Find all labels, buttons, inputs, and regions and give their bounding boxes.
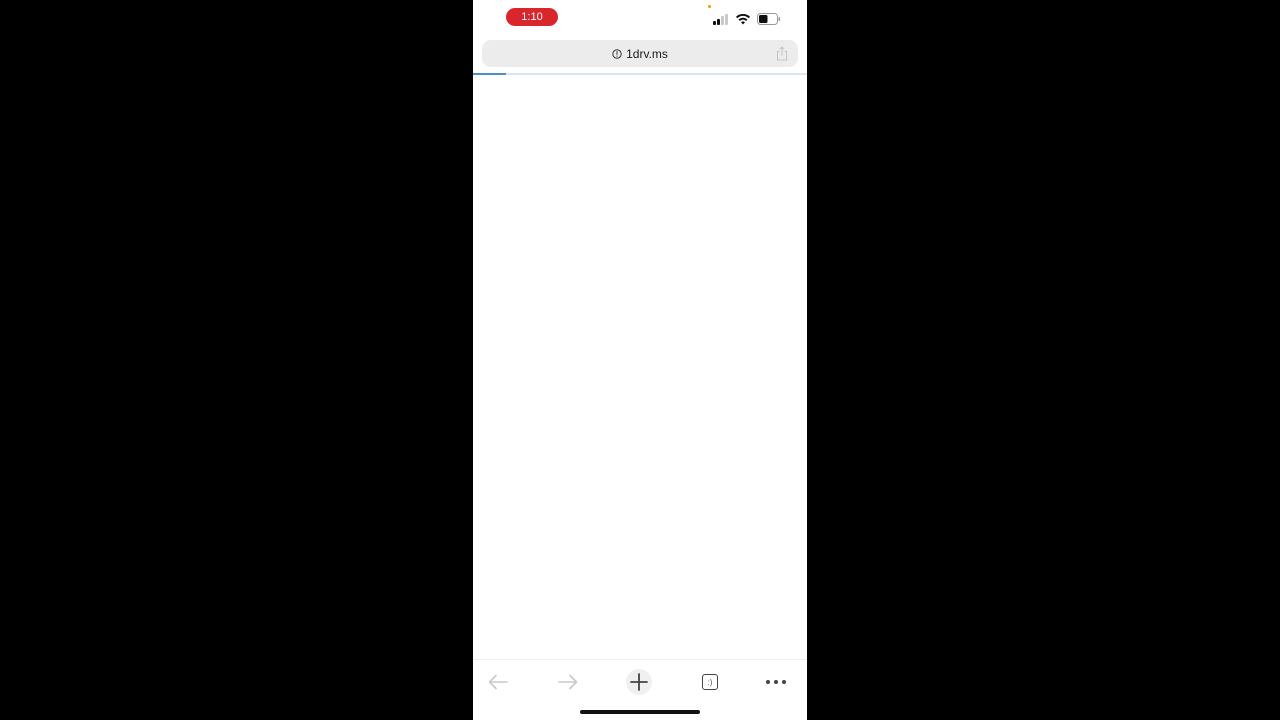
plus-icon [626, 669, 652, 695]
status-time: 1:10 [506, 8, 558, 26]
web-content-area[interactable] [473, 75, 807, 659]
phone-screen: 1:10 1drv.ms:) [473, 0, 807, 720]
url-text[interactable]: 1drv.ms [626, 47, 668, 61]
back-button[interactable] [482, 666, 514, 698]
wifi-icon [736, 13, 750, 25]
tabs-button[interactable]: :) [694, 666, 726, 698]
menu-button[interactable] [760, 666, 792, 698]
back-arrow-icon [488, 674, 508, 690]
cellular-signal-icon [713, 13, 731, 25]
battery-icon [757, 13, 781, 25]
forward-arrow-icon [558, 674, 578, 690]
privacy-indicator-dot [708, 5, 711, 8]
tab-count: :) [707, 678, 713, 687]
new-tab-button[interactable] [623, 666, 655, 698]
address-bar[interactable]: 1drv.ms [482, 40, 798, 67]
more-dots-icon [766, 680, 786, 684]
site-info-icon[interactable] [612, 48, 622, 59]
tabs-icon: :) [702, 674, 718, 690]
share-icon[interactable] [776, 46, 788, 61]
home-indicator[interactable] [580, 710, 700, 714]
forward-button[interactable] [552, 666, 584, 698]
status-bar: 1:10 [473, 0, 807, 36]
